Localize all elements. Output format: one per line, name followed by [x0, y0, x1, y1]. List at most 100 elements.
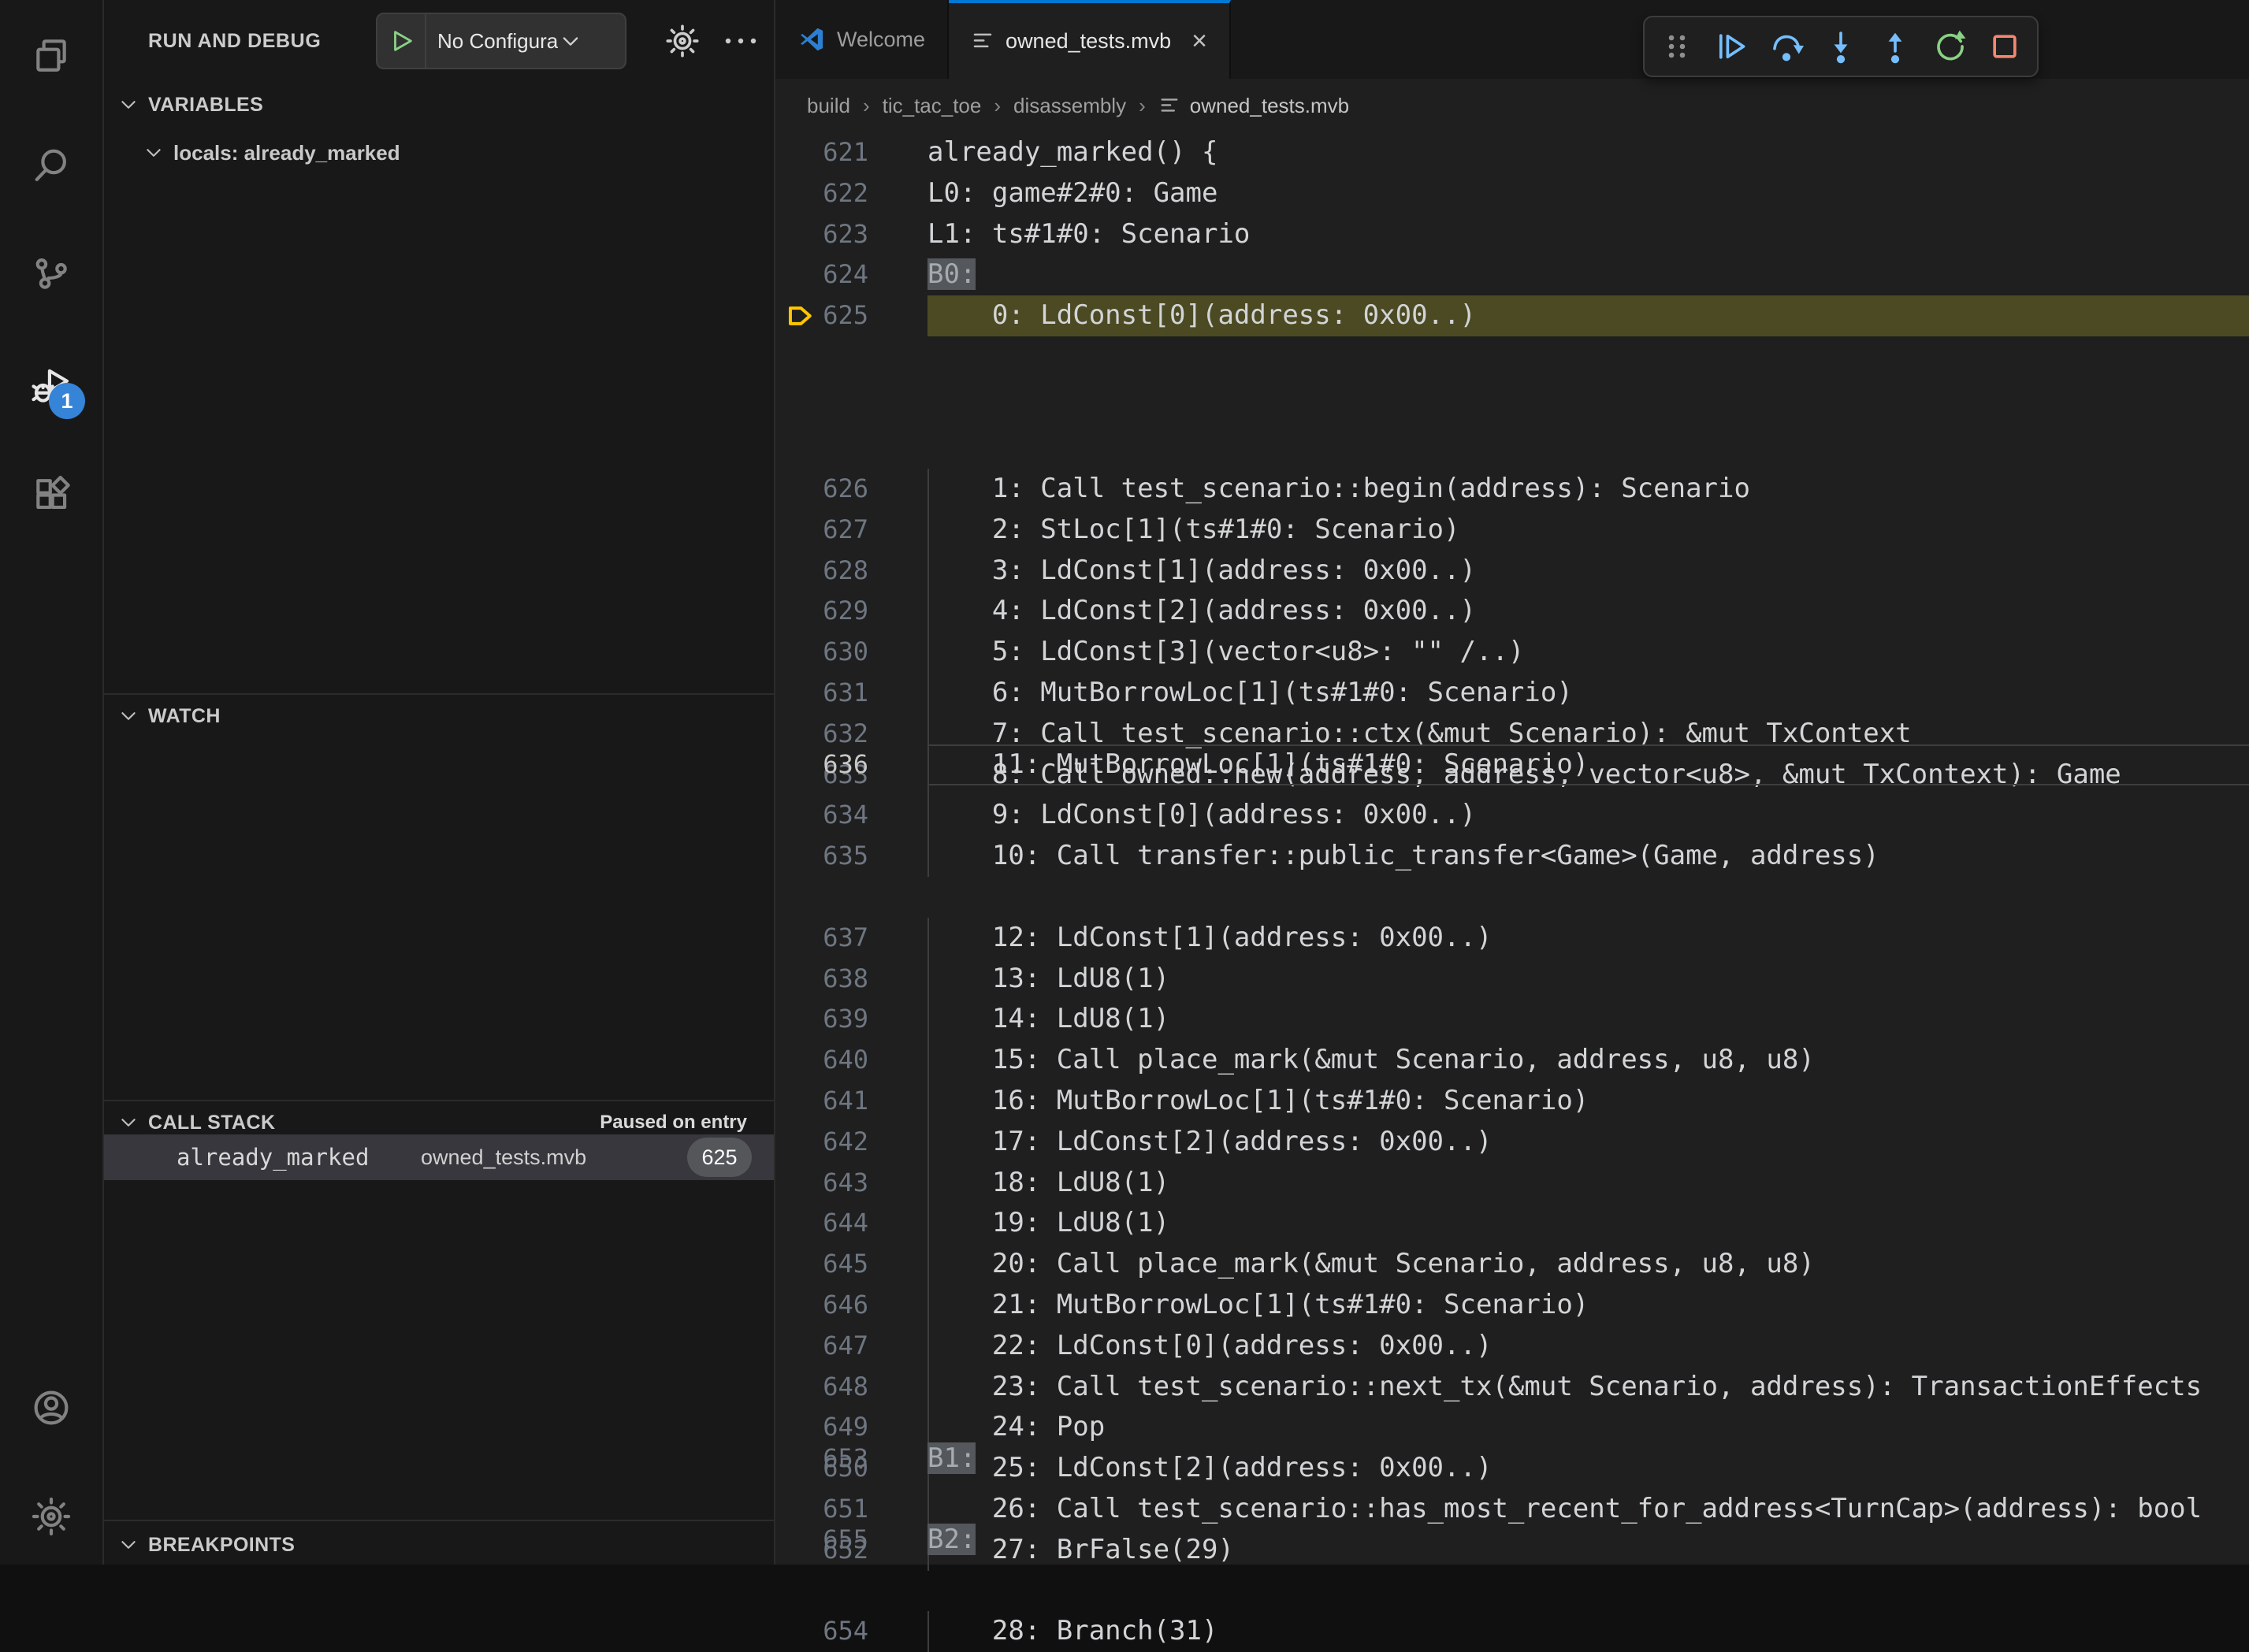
code-line-636[interactable]: 636 11: MutBorrowLoc[1](ts#1#0: Scenario…	[775, 744, 2249, 785]
gutter-line-number[interactable]: 622	[775, 173, 927, 214]
continue-icon[interactable]	[1710, 25, 1753, 68]
gutter-line-number[interactable]: 645	[775, 1244, 927, 1285]
step-over-icon[interactable]	[1765, 25, 1808, 68]
code-line-text[interactable]: B0:	[927, 254, 2249, 295]
code-line-628[interactable]: 628 3: LdConst[1](address: 0x00..)	[775, 551, 2249, 592]
code-line-639[interactable]: 639 14: LdU8(1)	[775, 999, 2249, 1040]
breadcrumb-item-disassembly[interactable]: disassembly	[1013, 94, 1126, 118]
step-out-icon[interactable]	[1874, 25, 1916, 68]
gutter-line-number[interactable]: 635	[775, 836, 927, 877]
code-line-text[interactable]: 12: LdConst[1](address: 0x00..)	[927, 918, 2249, 959]
gutter-line-number[interactable]: 639	[775, 999, 927, 1040]
variables-section-header[interactable]: VARIABLES	[104, 85, 774, 124]
code-line-634[interactable]: 634 9: LdConst[0](address: 0x00..)	[775, 795, 2249, 836]
gutter-line-number[interactable]: 636	[775, 744, 927, 785]
breakpoints-section-header[interactable]: BREAKPOINTS	[104, 1525, 774, 1565]
step-into-icon[interactable]	[1820, 25, 1862, 68]
gutter-line-number[interactable]: 634	[775, 795, 927, 836]
explorer-icon[interactable]	[0, 17, 102, 93]
search-icon[interactable]	[0, 128, 102, 203]
source-control-icon[interactable]	[0, 236, 102, 311]
gutter-line-number[interactable]: 629	[775, 591, 927, 632]
code-line-text[interactable]: 28: Branch(31)	[927, 1611, 2249, 1652]
locals-tree-item[interactable]: locals: already_marked	[104, 131, 774, 175]
code-line-624[interactable]: 624B0:	[775, 254, 2249, 295]
code-line-text[interactable]: 17: LdConst[2](address: 0x00..)	[927, 1122, 2249, 1163]
gutter-line-number[interactable]: 628	[775, 551, 927, 592]
breadcrumb-item-file[interactable]: owned_tests.mvb	[1190, 94, 1349, 118]
tab-welcome[interactable]: Welcome	[775, 0, 949, 79]
code-line-text[interactable]: 22: LdConst[0](address: 0x00..)	[927, 1326, 2249, 1367]
code-line-635[interactable]: 635 10: Call transfer::public_transfer<G…	[775, 836, 2249, 877]
gutter-line-number[interactable]: 626	[775, 469, 927, 510]
settings-gear-icon[interactable]	[0, 1479, 102, 1554]
code-line-text[interactable]: 20: Call place_mark(&mut Scenario, addre…	[927, 1244, 2249, 1285]
watch-section-header[interactable]: WATCH	[104, 696, 774, 736]
code-line-645[interactable]: 645 20: Call place_mark(&mut Scenario, a…	[775, 1244, 2249, 1285]
gutter-line-number[interactable]: 638	[775, 959, 927, 1000]
start-debugging-icon[interactable]	[388, 28, 415, 54]
breadcrumb-item-build[interactable]: build	[807, 94, 850, 118]
code-line-627[interactable]: 627 2: StLoc[1](ts#1#0: Scenario)	[775, 510, 2249, 551]
code-line-text[interactable]: 5: LdConst[3](vector<u8>: "" /..)	[927, 632, 2249, 673]
code-line-643[interactable]: 643 18: LdU8(1)	[775, 1163, 2249, 1204]
gutter-line-number[interactable]: 653	[775, 1439, 927, 1479]
code-line-text[interactable]: 23: Call test_scenario::next_tx(&mut Sce…	[927, 1367, 2249, 1408]
gutter-line-number[interactable]: 648	[775, 1367, 927, 1408]
gutter-line-number[interactable]: 640	[775, 1040, 927, 1081]
code-line-646[interactable]: 646 21: MutBorrowLoc[1](ts#1#0: Scenario…	[775, 1285, 2249, 1326]
account-icon[interactable]	[0, 1370, 102, 1446]
code-line-text[interactable]: 4: LdConst[2](address: 0x00..)	[927, 591, 2249, 632]
close-icon[interactable]: ×	[1191, 28, 1207, 54]
debug-settings-gear-icon[interactable]	[665, 24, 700, 58]
restart-icon[interactable]	[1929, 25, 1972, 68]
code-line-622[interactable]: 622L0: game#2#0: Game	[775, 173, 2249, 214]
views-more-actions-icon[interactable]	[720, 32, 761, 50]
gutter-line-number[interactable]: 642	[775, 1122, 927, 1163]
toolbar-drag-handle[interactable]	[1656, 25, 1698, 68]
stack-frame-row[interactable]: already_marked owned_tests.mvb 625	[104, 1134, 774, 1180]
gutter-line-number[interactable]: 637	[775, 918, 927, 959]
code-line-641[interactable]: 641 16: MutBorrowLoc[1](ts#1#0: Scenario…	[775, 1081, 2249, 1122]
gutter-line-number[interactable]: 627	[775, 510, 927, 551]
code-line-text[interactable]: 3: LdConst[1](address: 0x00..)	[927, 551, 2249, 592]
code-line-629[interactable]: 629 4: LdConst[2](address: 0x00..)	[775, 591, 2249, 632]
gutter-line-number[interactable]: 631	[775, 673, 927, 714]
code-line-621[interactable]: 621already_marked() {	[775, 132, 2249, 173]
code-line-text[interactable]: 2: StLoc[1](ts#1#0: Scenario)	[927, 510, 2249, 551]
launch-configuration-dropdown[interactable]: No Configura	[376, 13, 626, 69]
code-line-text[interactable]: 6: MutBorrowLoc[1](ts#1#0: Scenario)	[927, 673, 2249, 714]
gutter-line-number[interactable]: 646	[775, 1285, 927, 1326]
tab-owned-tests[interactable]: owned_tests.mvb ×	[949, 0, 1231, 79]
code-line-text[interactable]: 0: LdConst[0](address: 0x00..)	[927, 295, 2249, 336]
gutter-line-number[interactable]: 641	[775, 1081, 927, 1122]
code-line-642[interactable]: 642 17: LdConst[2](address: 0x00..)	[775, 1122, 2249, 1163]
code-line-647[interactable]: 647 22: LdConst[0](address: 0x00..)	[775, 1326, 2249, 1367]
gutter-line-number[interactable]: 623	[775, 214, 927, 255]
code-line-text[interactable]: L1: ts#1#0: Scenario	[927, 214, 2249, 255]
code-line-655[interactable]: 655B2:	[775, 1520, 2249, 1561]
code-line-648[interactable]: 648 23: Call test_scenario::next_tx(&mut…	[775, 1367, 2249, 1408]
stop-icon[interactable]	[1983, 25, 2026, 68]
code-line-text[interactable]: 13: LdU8(1)	[927, 959, 2249, 1000]
breadcrumb-item-tic-tac-toe[interactable]: tic_tac_toe	[883, 94, 982, 118]
code-line-text[interactable]: 14: LdU8(1)	[927, 999, 2249, 1040]
code-line-text[interactable]: 9: LdConst[0](address: 0x00..)	[927, 795, 2249, 836]
code-line-text[interactable]: already_marked() {	[927, 132, 2249, 173]
code-line-631[interactable]: 631 6: MutBorrowLoc[1](ts#1#0: Scenario)	[775, 673, 2249, 714]
code-line-644[interactable]: 644 19: LdU8(1)	[775, 1203, 2249, 1244]
gutter-line-number[interactable]: 655	[775, 1520, 927, 1561]
code-line-626[interactable]: 626 1: Call test_scenario::begin(address…	[775, 469, 2249, 510]
gutter-line-number[interactable]: 643	[775, 1163, 927, 1204]
code-line-638[interactable]: 638 13: LdU8(1)	[775, 959, 2249, 1000]
code-line-637[interactable]: 637 12: LdConst[1](address: 0x00..)	[775, 918, 2249, 959]
code-line-text[interactable]: 10: Call transfer::public_transfer<Game>…	[927, 836, 2249, 877]
code-line-text[interactable]: 19: LdU8(1)	[927, 1203, 2249, 1244]
extensions-icon[interactable]	[0, 455, 102, 531]
code-line-text[interactable]: L0: game#2#0: Game	[927, 173, 2249, 214]
code-line-625[interactable]: 625 0: LdConst[0](address: 0x00..)	[775, 295, 2249, 336]
gutter-line-number[interactable]: 654	[775, 1611, 927, 1652]
code-line-640[interactable]: 640 15: Call place_mark(&mut Scenario, a…	[775, 1040, 2249, 1081]
gutter-line-number[interactable]: 624	[775, 254, 927, 295]
gutter-line-number[interactable]: 647	[775, 1326, 927, 1367]
